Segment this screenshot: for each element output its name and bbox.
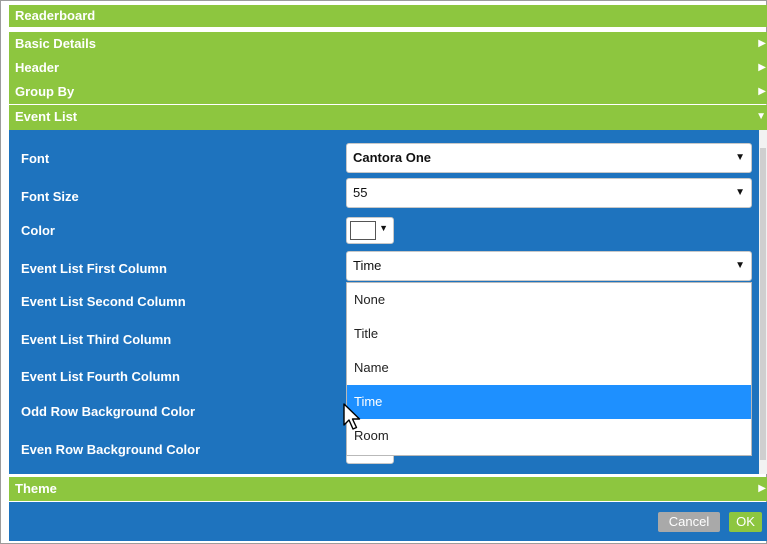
section-label: Header xyxy=(15,60,60,75)
ok-button[interactable]: OK xyxy=(729,512,762,532)
color-picker[interactable]: ▼ xyxy=(346,217,394,244)
expand-arrow-icon: ▶ xyxy=(758,86,766,97)
font-select[interactable]: Cantora One ▼ xyxy=(346,143,752,173)
mouse-cursor-icon xyxy=(343,403,361,430)
section-basic-details[interactable]: Basic Details ▶ xyxy=(9,32,767,56)
chevron-down-icon: ▼ xyxy=(735,187,745,198)
font-value: Cantora One xyxy=(353,150,432,165)
color-swatch xyxy=(350,221,376,240)
first-column-dropdown-list: None Title Name Time Room xyxy=(346,282,752,456)
dropdown-option-room[interactable]: Room xyxy=(347,419,751,453)
chevron-down-icon: ▼ xyxy=(735,260,745,271)
first-column-value: Time xyxy=(353,258,382,273)
dropdown-option-name[interactable]: Name xyxy=(347,351,751,385)
dialog-footer: Cancel OK xyxy=(9,502,767,541)
expand-arrow-icon: ▶ xyxy=(758,62,766,73)
scrollbar-thumb[interactable] xyxy=(760,148,766,460)
section-label: Theme xyxy=(15,481,57,496)
third-column-label: Event List Third Column xyxy=(21,332,172,347)
readerboard-dialog: Readerboard Basic Details ▶ Header ▶ Gro… xyxy=(0,0,767,544)
font-size-label: Font Size xyxy=(21,189,79,204)
section-label: Group By xyxy=(15,84,75,99)
section-label: Event List xyxy=(15,109,78,124)
section-group-by[interactable]: Group By ▶ xyxy=(9,80,767,104)
cancel-button[interactable]: Cancel xyxy=(658,512,720,532)
section-label: Basic Details xyxy=(15,36,96,51)
expand-arrow-icon: ▶ xyxy=(758,38,766,49)
dropdown-option-none[interactable]: None xyxy=(347,283,751,317)
expand-arrow-icon: ▶ xyxy=(758,483,766,494)
dialog-title: Readerboard xyxy=(9,5,767,27)
color-label: Color xyxy=(21,223,55,238)
first-column-select[interactable]: Time ▼ xyxy=(346,251,752,281)
chevron-down-icon: ▼ xyxy=(735,152,745,163)
first-column-label: Event List First Column xyxy=(21,261,167,276)
odd-row-bg-label: Odd Row Background Color xyxy=(21,404,196,419)
section-event-list[interactable]: Event List ▼ xyxy=(9,105,767,130)
font-size-value: 55 xyxy=(353,185,368,200)
font-label: Font xyxy=(21,151,50,166)
section-theme[interactable]: Theme ▶ xyxy=(9,477,767,501)
second-column-label: Event List Second Column xyxy=(21,294,186,309)
chevron-down-icon: ▼ xyxy=(379,223,388,233)
section-header[interactable]: Header ▶ xyxy=(9,56,767,80)
font-size-select[interactable]: 55 ▼ xyxy=(346,178,752,208)
even-row-bg-label: Even Row Background Color xyxy=(21,442,201,457)
collapse-arrow-icon: ▼ xyxy=(756,111,766,122)
event-list-panel: Font Cantora One ▼ Font Size 55 ▼ Color … xyxy=(9,130,767,474)
fourth-column-label: Event List Fourth Column xyxy=(21,369,180,384)
dropdown-option-time[interactable]: Time xyxy=(347,385,751,419)
panel-scrollbar[interactable] xyxy=(759,130,767,474)
dropdown-option-title[interactable]: Title xyxy=(347,317,751,351)
